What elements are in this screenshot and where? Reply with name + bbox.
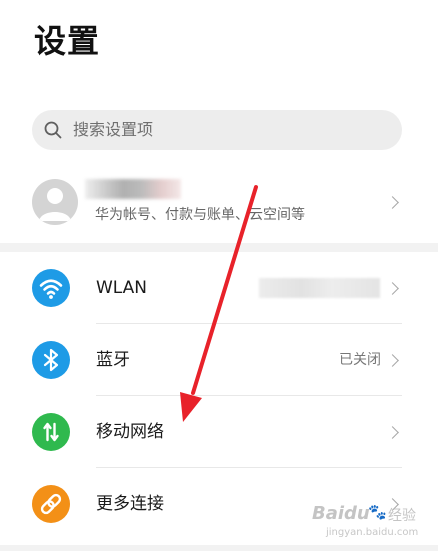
chevron-right-icon	[386, 282, 399, 295]
settings-item-wlan[interactable]: WLAN	[0, 252, 438, 324]
account-subtitle: 华为帐号、付款与账单、云空间等	[95, 207, 305, 223]
avatar	[32, 179, 78, 225]
mobile-data-icon	[32, 413, 70, 451]
chevron-right-icon	[386, 426, 399, 439]
watermark-brand: Baidu	[312, 503, 370, 524]
chevron-right-icon	[386, 196, 399, 209]
watermark: Baidu 🐾 经验 jingyan.baidu.com	[308, 500, 436, 546]
wlan-network-redacted	[259, 278, 380, 298]
bluetooth-icon	[32, 341, 70, 379]
settings-item-label: 移动网络	[96, 422, 164, 442]
settings-item-label: 更多连接	[96, 494, 164, 514]
search-icon	[43, 120, 63, 140]
page-title: 设置	[34, 22, 101, 60]
chevron-right-icon	[386, 354, 399, 367]
settings-item-label: 蓝牙	[96, 350, 130, 370]
settings-item-label: WLAN	[96, 278, 148, 298]
settings-item-mobile-network[interactable]: 移动网络	[0, 396, 438, 468]
search-placeholder: 搜索设置项	[73, 120, 154, 139]
bluetooth-status: 已关闭	[339, 352, 381, 368]
link-icon	[32, 485, 70, 523]
paw-icon: 🐾	[368, 503, 387, 521]
watermark-suffix: 经验	[388, 508, 416, 524]
settings-item-bluetooth[interactable]: 蓝牙 已关闭	[0, 324, 438, 396]
search-input[interactable]: 搜索设置项	[32, 110, 402, 150]
account-name-redacted	[85, 179, 181, 199]
section-divider	[0, 243, 438, 252]
account-row[interactable]: 华为帐号、付款与账单、云空间等	[0, 170, 438, 240]
watermark-domain: jingyan.baidu.com	[326, 527, 419, 538]
wifi-icon	[32, 269, 70, 307]
